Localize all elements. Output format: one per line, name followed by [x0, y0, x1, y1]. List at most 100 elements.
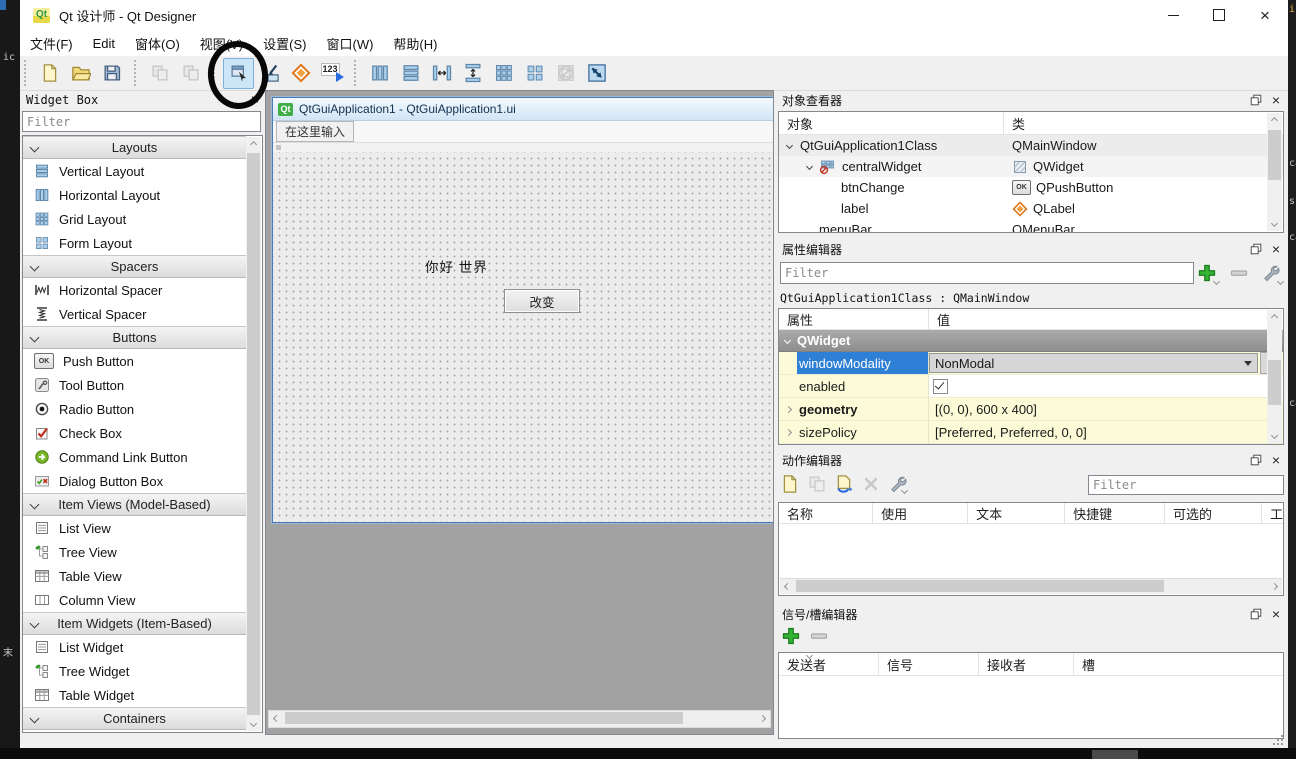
column-checkable[interactable]: 可选的 [1165, 503, 1262, 523]
float-panel-icon[interactable] [1249, 242, 1263, 256]
section-item-widgets[interactable]: Item Widgets (Item-Based) [23, 612, 246, 635]
scrollbar-thumb[interactable] [796, 580, 1164, 592]
widget-item-tool-button[interactable]: Tool Button [23, 373, 246, 397]
scroll-left-arrow[interactable] [269, 711, 284, 725]
column-object[interactable]: 对象 [779, 112, 1004, 134]
minimize-button[interactable] [1150, 0, 1196, 30]
widget-item-table-widget[interactable]: Table Widget [23, 683, 246, 707]
delete-action-button[interactable] [861, 474, 881, 494]
widget-item-command-link-button[interactable]: Command Link Button [23, 445, 246, 469]
tree-row-mainwindow[interactable]: QtGuiApplication1Class QMainWindow [779, 135, 1283, 156]
edit-tab-order-mode-button[interactable]: 123 [316, 58, 347, 89]
paste-button[interactable] [175, 58, 206, 89]
section-containers[interactable]: Containers [23, 707, 246, 730]
widget-item-column-view[interactable]: Column View [23, 588, 246, 612]
edit-buddies-mode-button[interactable] [285, 58, 316, 89]
scroll-down-arrow[interactable] [246, 716, 261, 731]
navigate-action-button[interactable] [834, 474, 854, 494]
menu-form[interactable]: 窗体(O) [125, 31, 190, 56]
layout-horizontally-button[interactable] [364, 58, 395, 89]
column-sender[interactable]: 发送者 [779, 653, 879, 675]
remove-dynamic-property-button[interactable] [1226, 261, 1252, 285]
widget-item-form-layout[interactable]: Form Layout [23, 231, 246, 255]
widget-item-vertical-spacer[interactable]: Vertical Spacer [23, 302, 246, 326]
action-column-header[interactable]: 名称 使用 文本 快捷键 可选的 工 [779, 503, 1283, 524]
column-shortcut[interactable]: 快捷键 [1065, 503, 1165, 523]
copy-button[interactable] [144, 58, 175, 89]
widget-item-push-button[interactable]: OKPush Button [23, 349, 246, 373]
maximize-button[interactable] [1196, 0, 1242, 30]
widget-item-horizontal-spacer[interactable]: Horizontal Spacer [23, 278, 246, 302]
section-layouts[interactable]: Layouts [23, 136, 246, 159]
section-item-views[interactable]: Item Views (Model-Based) [23, 493, 246, 516]
float-panel-icon[interactable] [1249, 93, 1263, 107]
open-form-button[interactable] [65, 58, 96, 89]
widget-item-tree-widget[interactable]: Tree Widget [23, 659, 246, 683]
column-value[interactable]: 值 [929, 309, 1283, 329]
column-slot[interactable]: 槽 [1074, 653, 1283, 675]
layout-vertically-button[interactable] [395, 58, 426, 89]
close-icon[interactable]: × [251, 93, 259, 107]
scrollbar-thumb[interactable] [1268, 360, 1281, 405]
scroll-up-arrow[interactable] [246, 137, 261, 152]
widget-item-tree-view[interactable]: Tree View [23, 540, 246, 564]
section-spacers[interactable]: Spacers [23, 255, 246, 278]
menu-window[interactable]: 窗口(W) [316, 31, 383, 56]
close-icon[interactable]: × [1272, 607, 1280, 621]
property-filter-input[interactable] [780, 262, 1194, 284]
tree-row-btnchange[interactable]: btnChange OKQPushButton [779, 177, 1283, 198]
scroll-right-arrow[interactable] [1267, 579, 1282, 593]
copy-action-button[interactable] [807, 474, 827, 494]
widget-box-scrollbar[interactable] [246, 137, 261, 731]
column-name[interactable]: 名称 [779, 503, 873, 523]
property-row-enabled[interactable]: enabled [779, 375, 1283, 398]
layout-grid-button[interactable] [488, 58, 519, 89]
column-used[interactable]: 使用 [873, 503, 968, 523]
section-buttons[interactable]: Buttons [23, 326, 246, 349]
column-property[interactable]: 属性 [779, 309, 929, 329]
tree-row-menubar[interactable]: menuBar QMenuBar [779, 219, 1283, 233]
signal-slot-column-header[interactable]: 发送者 信号 接收者 槽 [779, 653, 1283, 676]
layout-vertical-splitter-button[interactable] [457, 58, 488, 89]
save-form-button[interactable] [96, 58, 127, 89]
edit-widgets-mode-button[interactable] [223, 58, 254, 89]
widget-item-list-view[interactable]: List View [23, 516, 246, 540]
scrollbar-thumb[interactable] [247, 153, 260, 715]
property-row-sizepolicy[interactable]: sizePolicy [Preferred, Preferred, 0, 0] [779, 421, 1283, 444]
widget-item-list-widget[interactable]: List Widget [23, 635, 246, 659]
property-column-header[interactable]: 属性 值 [779, 309, 1283, 330]
new-form-button[interactable] [34, 58, 65, 89]
edit-signals-slots-mode-button[interactable] [254, 58, 285, 89]
menu-edit[interactable]: Edit [83, 33, 125, 54]
widget-item-table-view[interactable]: Table View [23, 564, 246, 588]
column-signal[interactable]: 信号 [879, 653, 979, 675]
scroll-down-arrow[interactable] [1267, 428, 1282, 443]
action-filter-input[interactable] [1088, 475, 1284, 495]
configure-action-editor-button[interactable] [888, 474, 908, 494]
widget-item-radio-button[interactable]: Radio Button [23, 397, 246, 421]
close-button[interactable]: × [1242, 0, 1288, 30]
close-icon[interactable]: × [1272, 453, 1280, 467]
property-row-geometry[interactable]: geometry [(0, 0), 600 x 400] [779, 398, 1283, 421]
widget-box-filter-input[interactable] [22, 111, 261, 132]
column-receiver[interactable]: 接收者 [979, 653, 1074, 675]
resize-grip[interactable] [1272, 734, 1283, 745]
float-panel-icon[interactable] [1249, 453, 1263, 467]
object-inspector-column-header[interactable]: 对象 类 [779, 112, 1283, 135]
widget-item-vertical-layout[interactable]: Vertical Layout [23, 159, 246, 183]
scroll-right-arrow[interactable] [755, 711, 770, 725]
windowmodality-combobox[interactable]: NonModal [929, 353, 1258, 373]
change-pushbutton[interactable]: 改变 [504, 289, 580, 313]
enabled-checkbox[interactable] [933, 379, 948, 394]
form-titlebar[interactable]: Qt QtGuiApplication1 - QtGuiApplication1… [273, 98, 774, 121]
type-here-menu-placeholder[interactable]: 在这里输入 [276, 121, 354, 142]
menu-help[interactable]: 帮助(H) [383, 31, 447, 56]
configure-property-editor-button[interactable] [1258, 261, 1284, 285]
column-tooltip[interactable]: 工 [1262, 503, 1283, 523]
action-editor-hscrollbar[interactable] [780, 578, 1282, 594]
column-text[interactable]: 文本 [968, 503, 1065, 523]
remove-connection-button[interactable] [809, 626, 829, 646]
hello-world-label[interactable]: 你好 世界 [425, 256, 488, 276]
property-editor-scrollbar[interactable] [1267, 310, 1282, 443]
scroll-up-arrow[interactable] [1267, 113, 1282, 128]
